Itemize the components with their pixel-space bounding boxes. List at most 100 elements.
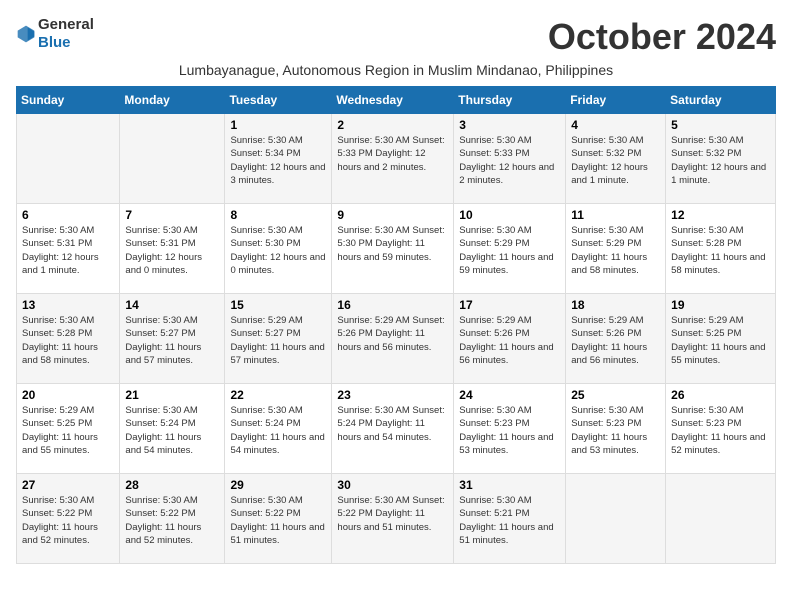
day-info: Sunrise: 5:29 AM Sunset: 5:25 PM Dayligh… [671,314,770,367]
calendar-cell: 25 Sunrise: 5:30 AM Sunset: 5:23 PM Dayli… [566,384,666,474]
day-number: 5 [671,118,770,132]
calendar-cell: 31Sunrise: 5:30 AM Sunset: 5:21 PM Dayli… [454,474,566,564]
weekday-header-thursday: Thursday [454,87,566,114]
day-info: Sunrise: 5:30 AM Sunset: 5:24 PM Dayligh… [337,404,448,444]
day-info: Sunrise: 5:30 AM Sunset: 5:22 PM Dayligh… [125,494,219,547]
calendar-cell: 16Sunrise: 5:29 AM Sunset: 5:26 PM Dayli… [332,294,454,384]
calendar-week-row: 1 Sunrise: 5:30 AM Sunset: 5:34 PM Daylig… [17,114,776,204]
day-info: Sunrise: 5:30 AM Sunset: 5:28 PM Dayligh… [671,224,770,277]
day-number: 22 [230,388,326,402]
day-number: 28 [125,478,219,492]
day-info: Sunrise: 5:30 AM Sunset: 5:32 PM Dayligh… [671,134,770,187]
day-number: 25 [571,388,660,402]
day-number: 18 [571,298,660,312]
day-info: Sunrise: 5:30 AM Sunset: 5:23 PM Dayligh… [459,404,560,457]
calendar-cell: 8Sunrise: 5:30 AM Sunset: 5:30 PM Daylig… [225,204,332,294]
day-number: 23 [337,388,448,402]
day-info: Sunrise: 5:30 AM Sunset: 5:22 PM Dayligh… [22,494,114,547]
calendar-cell: 29 Sunrise: 5:30 AM Sunset: 5:22 PM Dayli… [225,474,332,564]
calendar-cell: 1 Sunrise: 5:30 AM Sunset: 5:34 PM Daylig… [225,114,332,204]
calendar-cell: 30 Sunrise: 5:30 AM Sunset: 5:22 PM Dayli… [332,474,454,564]
weekday-header-saturday: Saturday [666,87,776,114]
day-info: Sunrise: 5:30 AM Sunset: 5:31 PM Dayligh… [125,224,219,277]
calendar-cell: 26Sunrise: 5:30 AM Sunset: 5:23 PM Dayli… [666,384,776,474]
day-number: 2 [337,118,448,132]
day-info: Sunrise: 5:30 AM Sunset: 5:24 PM Dayligh… [125,404,219,457]
day-info: Sunrise: 5:29 AM Sunset: 5:26 PM Dayligh… [571,314,660,367]
calendar-cell: 5 Sunrise: 5:30 AM Sunset: 5:32 PM Daylig… [666,114,776,204]
day-number: 3 [459,118,560,132]
month-title: October 2024 [548,16,776,58]
day-number: 15 [230,298,326,312]
day-number: 7 [125,208,219,222]
day-number: 17 [459,298,560,312]
day-number: 27 [22,478,114,492]
day-info: Sunrise: 5:30 AM Sunset: 5:29 PM Dayligh… [459,224,560,277]
day-info: Sunrise: 5:30 AM Sunset: 5:24 PM Dayligh… [230,404,326,457]
day-info: Sunrise: 5:29 AM Sunset: 5:27 PM Dayligh… [230,314,326,367]
calendar-week-row: 13 Sunrise: 5:30 AM Sunset: 5:28 PM Dayli… [17,294,776,384]
calendar-cell [17,114,120,204]
calendar-cell: 20 Sunrise: 5:29 AM Sunset: 5:25 PM Dayli… [17,384,120,474]
day-number: 9 [337,208,448,222]
day-info: Sunrise: 5:30 AM Sunset: 5:22 PM Dayligh… [230,494,326,547]
day-info: Sunrise: 5:30 AM Sunset: 5:34 PM Dayligh… [230,134,326,187]
day-info: Sunrise: 5:30 AM Sunset: 5:29 PM Dayligh… [571,224,660,277]
day-number: 6 [22,208,114,222]
subtitle: Lumbayanague, Autonomous Region in Musli… [16,62,776,78]
day-number: 21 [125,388,219,402]
calendar-cell: 10 Sunrise: 5:30 AM Sunset: 5:29 PM Dayli… [454,204,566,294]
calendar-cell: 2 Sunrise: 5:30 AM Sunset: 5:33 PM Daylig… [332,114,454,204]
day-number: 20 [22,388,114,402]
calendar-cell: 19Sunrise: 5:29 AM Sunset: 5:25 PM Dayli… [666,294,776,384]
logo-general: General [38,16,94,33]
calendar-cell: 24 Sunrise: 5:30 AM Sunset: 5:23 PM Dayli… [454,384,566,474]
day-number: 13 [22,298,114,312]
general-blue-icon [16,24,36,44]
weekday-header-row: SundayMondayTuesdayWednesdayThursdayFrid… [17,87,776,114]
day-number: 8 [230,208,326,222]
calendar-cell: 11 Sunrise: 5:30 AM Sunset: 5:29 PM Dayli… [566,204,666,294]
weekday-header-friday: Friday [566,87,666,114]
day-info: Sunrise: 5:30 AM Sunset: 5:22 PM Dayligh… [337,494,448,534]
calendar-cell: 12 Sunrise: 5:30 AM Sunset: 5:28 PM Dayli… [666,204,776,294]
day-info: Sunrise: 5:30 AM Sunset: 5:32 PM Dayligh… [571,134,660,187]
day-number: 12 [671,208,770,222]
day-number: 11 [571,208,660,222]
day-info: Sunrise: 5:29 AM Sunset: 5:26 PM Dayligh… [337,314,448,354]
calendar-cell [566,474,666,564]
day-info: Sunrise: 5:30 AM Sunset: 5:33 PM Dayligh… [337,134,448,174]
logo: General Blue [16,16,94,52]
calendar-cell: 22 Sunrise: 5:30 AM Sunset: 5:24 PM Dayli… [225,384,332,474]
calendar-cell: 15 Sunrise: 5:29 AM Sunset: 5:27 PM Dayli… [225,294,332,384]
day-info: Sunrise: 5:30 AM Sunset: 5:28 PM Dayligh… [22,314,114,367]
day-info: Sunrise: 5:30 AM Sunset: 5:23 PM Dayligh… [571,404,660,457]
day-info: Sunrise: 5:30 AM Sunset: 5:30 PM Dayligh… [337,224,448,264]
calendar-cell: 4 Sunrise: 5:30 AM Sunset: 5:32 PM Daylig… [566,114,666,204]
day-info: Sunrise: 5:30 AM Sunset: 5:27 PM Dayligh… [125,314,219,367]
calendar-cell: 28 Sunrise: 5:30 AM Sunset: 5:22 PM Dayli… [120,474,225,564]
day-number: 14 [125,298,219,312]
calendar-cell: 9 Sunrise: 5:30 AM Sunset: 5:30 PM Daylig… [332,204,454,294]
calendar-cell [666,474,776,564]
day-number: 31 [459,478,560,492]
day-number: 26 [671,388,770,402]
day-number: 4 [571,118,660,132]
day-number: 1 [230,118,326,132]
day-number: 30 [337,478,448,492]
weekday-header-sunday: Sunday [17,87,120,114]
day-number: 24 [459,388,560,402]
calendar-cell: 17Sunrise: 5:29 AM Sunset: 5:26 PM Dayli… [454,294,566,384]
calendar-week-row: 20 Sunrise: 5:29 AM Sunset: 5:25 PM Dayli… [17,384,776,474]
calendar-cell: 21 Sunrise: 5:30 AM Sunset: 5:24 PM Dayli… [120,384,225,474]
weekday-header-monday: Monday [120,87,225,114]
calendar-cell: 6Sunrise: 5:30 AM Sunset: 5:31 PM Daylig… [17,204,120,294]
logo-blue: Blue [38,34,71,51]
day-number: 29 [230,478,326,492]
calendar-week-row: 6 Sunrise: 5:30 AM Sunset: 5:31 PM Daylig… [17,204,776,294]
calendar-cell: 18 Sunrise: 5:29 AM Sunset: 5:26 PM Dayli… [566,294,666,384]
calendar-cell: 3Sunrise: 5:30 AM Sunset: 5:33 PM Daylig… [454,114,566,204]
day-number: 10 [459,208,560,222]
day-info: Sunrise: 5:29 AM Sunset: 5:25 PM Dayligh… [22,404,114,457]
weekday-header-wednesday: Wednesday [332,87,454,114]
